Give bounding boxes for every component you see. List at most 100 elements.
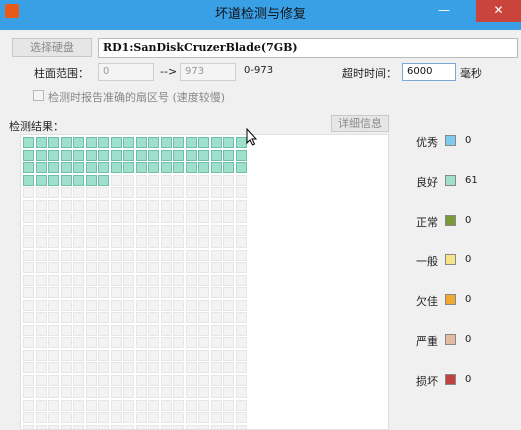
sector-cell [211, 275, 222, 286]
sector-cell [186, 387, 197, 398]
sector-cell [36, 412, 47, 423]
select-disk-button[interactable]: 选择硬盘 [12, 38, 92, 57]
sector-cell [36, 262, 47, 273]
sector-cell [148, 150, 159, 161]
sector-cell [173, 150, 184, 161]
sector-cell [23, 187, 34, 198]
details-button[interactable]: 详细信息 [331, 115, 389, 132]
sector-cell [186, 350, 197, 361]
sector-cell [186, 375, 197, 386]
sector-cell [61, 137, 72, 148]
sector-cell [73, 275, 84, 286]
range-start-field[interactable]: 0 [98, 63, 154, 81]
sector-cell [36, 337, 47, 348]
accurate-sector-checkbox[interactable] [33, 90, 44, 101]
sector-cell [123, 175, 134, 186]
sector-cell [136, 375, 147, 386]
sector-cell [61, 387, 72, 398]
sector-cell [86, 212, 97, 223]
sector-cell [111, 250, 122, 261]
sector-cell [48, 150, 59, 161]
sector-cell [198, 150, 209, 161]
sector-cell [123, 350, 134, 361]
sector-cell [36, 212, 47, 223]
timeout-label: 超时时间： [342, 65, 397, 81]
sector-cell [186, 325, 197, 336]
sector-cell [98, 225, 109, 236]
sector-cell [61, 337, 72, 348]
sector-cell [161, 325, 172, 336]
sector-cell [123, 150, 134, 161]
sector-cell [198, 400, 209, 411]
sector-cell [186, 175, 197, 186]
sector-cell [61, 200, 72, 211]
sector-grid-panel [20, 134, 389, 430]
sector-cell [161, 400, 172, 411]
sector-cell [61, 175, 72, 186]
sector-cell [186, 137, 197, 148]
sector-cell [111, 275, 122, 286]
sector-cell [36, 250, 47, 261]
sector-cell [186, 212, 197, 223]
sector-cell [173, 187, 184, 198]
title-bar: 坏道检测与修复 — ✕ [0, 0, 521, 30]
mouse-pointer-icon [246, 128, 258, 146]
sector-cell [186, 250, 197, 261]
sector-cell [223, 362, 234, 373]
sector-cell [161, 412, 172, 423]
sector-cell [61, 150, 72, 161]
sector-cell [61, 362, 72, 373]
sector-cell [98, 212, 109, 223]
sector-cell [173, 287, 184, 298]
sector-cell [23, 150, 34, 161]
sector-cell [161, 175, 172, 186]
sector-cell [173, 325, 184, 336]
sector-cell [173, 350, 184, 361]
sector-cell [73, 312, 84, 323]
timeout-input[interactable]: 6000 [402, 63, 456, 81]
sector-cell [98, 237, 109, 248]
close-button[interactable]: ✕ [476, 0, 521, 22]
sector-cell [136, 337, 147, 348]
sector-cell [236, 150, 247, 161]
sector-cell [61, 237, 72, 248]
sector-cell [236, 312, 247, 323]
sector-cell [198, 362, 209, 373]
sector-cell [73, 212, 84, 223]
sector-cell [211, 412, 222, 423]
sector-cell [73, 175, 84, 186]
sector-cell [73, 200, 84, 211]
sector-cell [173, 362, 184, 373]
minimize-button[interactable]: — [429, 0, 459, 22]
sector-cell [123, 337, 134, 348]
sector-cell [136, 212, 147, 223]
sector-cell [48, 312, 59, 323]
sector-cell [136, 150, 147, 161]
sector-cell [136, 350, 147, 361]
sector-cell [48, 287, 59, 298]
sector-cell [23, 262, 34, 273]
sector-cell [211, 400, 222, 411]
range-end-field[interactable]: 973 [180, 63, 236, 81]
sector-cell [161, 162, 172, 173]
sector-cell [98, 400, 109, 411]
sector-cell [98, 250, 109, 261]
sector-cell [98, 200, 109, 211]
sector-cell [198, 337, 209, 348]
sector-cell [123, 137, 134, 148]
sector-cell [48, 400, 59, 411]
sector-cell [186, 262, 197, 273]
sector-cell [211, 175, 222, 186]
sector-cell [161, 337, 172, 348]
sector-cell [23, 175, 34, 186]
sector-cell [23, 350, 34, 361]
sector-cell [198, 312, 209, 323]
accurate-sector-label: 检测时报告准确的扇区号 (速度较慢) [48, 89, 225, 105]
sector-cell [223, 150, 234, 161]
sector-cell [98, 362, 109, 373]
sector-cell [198, 425, 209, 430]
sector-cell [86, 375, 97, 386]
sector-cell [61, 425, 72, 430]
sector-cell [36, 375, 47, 386]
sector-cell [48, 387, 59, 398]
